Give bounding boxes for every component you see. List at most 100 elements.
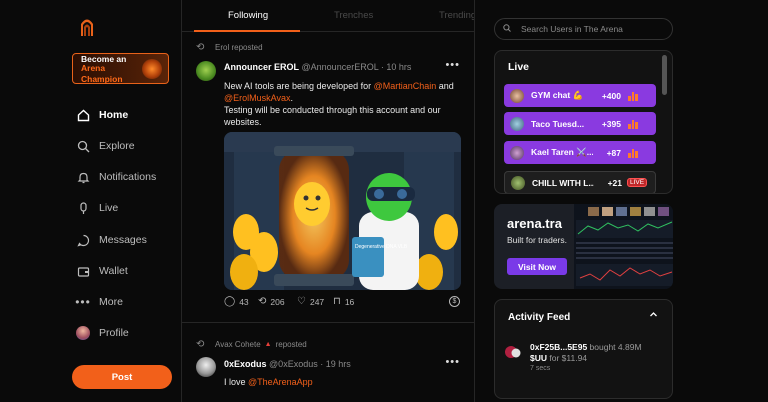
sidebar-item-notifications[interactable]: Notifications [76, 167, 156, 187]
audio-bars-icon [628, 119, 638, 129]
author-handle[interactable]: @AnnouncerEROL [302, 62, 379, 72]
sidebar-item-wallet[interactable]: Wallet [76, 261, 128, 281]
comment-count: 43 [239, 296, 249, 307]
avatar [510, 88, 524, 103]
mention-link[interactable]: @TheArenaApp [248, 377, 313, 387]
tab-following[interactable]: Following [228, 10, 268, 21]
arena-logo[interactable] [80, 17, 94, 37]
audio-bars-icon [628, 148, 638, 158]
live-icon [76, 201, 90, 215]
sidebar-item-live[interactable]: Live [76, 198, 118, 218]
comment-icon: ◯ [224, 296, 236, 307]
post-text: I love @TheArenaApp [224, 376, 464, 388]
ad-subtitle: Built for traders. [507, 235, 567, 245]
post-button[interactable]: Post [72, 365, 172, 389]
comment-button[interactable]: ◯ 43 [224, 296, 249, 307]
sidebar-item-label: Profile [99, 327, 129, 339]
live-item[interactable]: GYM chat 💪 +400 [504, 84, 656, 107]
become-champion-banner[interactable]: Become an Arena Champion [72, 53, 169, 84]
repost-icon: ⟲ [258, 296, 267, 307]
left-sidebar: Become an Arena Champion Home Explore No… [0, 0, 181, 402]
bell-icon [76, 170, 90, 184]
activity-feed-title: Activity Feed [508, 312, 571, 323]
post-image[interactable]: Degenerative DNA VLB [224, 132, 461, 290]
bookmark-button[interactable]: ⊓ 16 [333, 296, 354, 307]
author-handle[interactable]: @0xExodus [269, 359, 318, 369]
live-title: Live [508, 61, 530, 73]
repost-icon: ⟲ [196, 42, 205, 53]
tip-button[interactable]: $ [449, 296, 460, 307]
tab-trenches[interactable]: Trenches [334, 10, 373, 21]
repost-label: Erol reposted [215, 43, 263, 52]
post-text-part: . [290, 93, 294, 103]
repost-indicator: ⟲ Avax Cohete ▲ reposted [196, 339, 307, 350]
right-sidebar: Live GYM chat 💪 +400 Taco Tuesd... +395 … [475, 0, 768, 402]
live-item[interactable]: CHILL WITH L... +21 LIVE [504, 171, 656, 193]
activity-line2: $UU for $11.94 [530, 353, 587, 363]
post-text: New AI tools are being developed for @Ma… [224, 80, 464, 128]
post-text-part: Testing will be conducted through this a… [224, 105, 441, 127]
sidebar-item-label: Wallet [99, 265, 128, 277]
activity-feed-panel: Activity Feed 0xF25B...5E95 bought 4.89M… [494, 299, 673, 399]
avatar [510, 145, 524, 160]
arena-trade-ad[interactable]: arena.tra Built for traders. Visit Now [494, 204, 673, 289]
repost-button[interactable]: ⟲ 206 [258, 296, 285, 307]
repost-icon: ⟲ [196, 339, 205, 350]
audio-bars-icon [628, 91, 638, 101]
activity-line1: 0xF25B...5E95 bought 4.89M [530, 342, 642, 352]
post-text-part: I love [224, 377, 249, 387]
activity-token[interactable]: $UU [530, 353, 547, 363]
sidebar-item-messages[interactable]: Messages [76, 230, 147, 250]
post-header: Announcer EROL @AnnouncerEROL · 10 hrs [224, 62, 411, 72]
avatar[interactable] [196, 61, 216, 81]
live-item-name: GYM chat 💪 [531, 90, 584, 100]
avatar[interactable] [196, 357, 216, 377]
live-item[interactable]: Taco Tuesd... +395 [504, 112, 656, 135]
message-icon [76, 233, 90, 247]
search-input[interactable] [521, 24, 671, 34]
activity-price: for $11.94 [547, 353, 588, 363]
chevron-up-icon[interactable] [649, 310, 658, 322]
author-name[interactable]: Announcer EROL [224, 62, 299, 72]
post-time: 10 hrs [386, 62, 412, 72]
live-item[interactable]: Kael Taren ⚔️... +87 [504, 141, 656, 164]
search-bar[interactable] [494, 18, 673, 40]
sidebar-item-home[interactable]: Home [76, 105, 128, 125]
more-options-icon[interactable]: ••• [445, 59, 460, 71]
post-separator: · [320, 359, 324, 369]
like-count: 247 [309, 296, 325, 307]
sidebar-item-profile[interactable]: Profile [76, 323, 129, 343]
repost-count: 206 [270, 296, 285, 307]
bookmark-count: 16 [344, 296, 355, 307]
mention-link[interactable]: @ErolMuskAvax [224, 93, 291, 103]
wallet-icon [76, 264, 90, 278]
activity-user[interactable]: 0xF25B...5E95 [530, 342, 587, 352]
heart-icon: ♡ [297, 296, 306, 307]
mention-link[interactable]: @MartianChain [374, 81, 437, 91]
post-divider [182, 322, 474, 323]
sidebar-item-explore[interactable]: Explore [76, 136, 135, 156]
avatar [510, 116, 524, 131]
live-panel: Live GYM chat 💪 +400 Taco Tuesd... +395 … [494, 50, 673, 194]
sidebar-item-more[interactable]: ••• More [75, 292, 123, 312]
avatar [505, 346, 521, 358]
visit-now-button[interactable]: Visit Now [507, 258, 567, 275]
live-item-name: CHILL WITH L... [532, 177, 594, 188]
avatar [76, 326, 90, 340]
search-icon [503, 24, 511, 34]
sidebar-item-label: Notifications [99, 171, 157, 183]
scrollbar[interactable] [662, 55, 667, 95]
main-feed: Following Trenches Trending ⟲ Erol repos… [181, 0, 475, 402]
author-name[interactable]: 0xExodus [224, 359, 267, 369]
post-separator: · [380, 62, 384, 72]
more-options-icon[interactable]: ••• [445, 356, 460, 368]
home-icon [76, 108, 90, 122]
sidebar-item-label: Home [99, 109, 129, 121]
tab-trending[interactable]: Trending [439, 10, 474, 21]
activity-action: bought 4.89M [587, 342, 642, 352]
live-item-name: Kael Taren ⚔️... [531, 147, 593, 157]
live-badge: LIVE [627, 178, 648, 187]
sidebar-item-label: Messages [99, 234, 147, 246]
like-button[interactable]: ♡ 247 [297, 296, 324, 307]
repost-suffix: reposted [275, 340, 307, 349]
